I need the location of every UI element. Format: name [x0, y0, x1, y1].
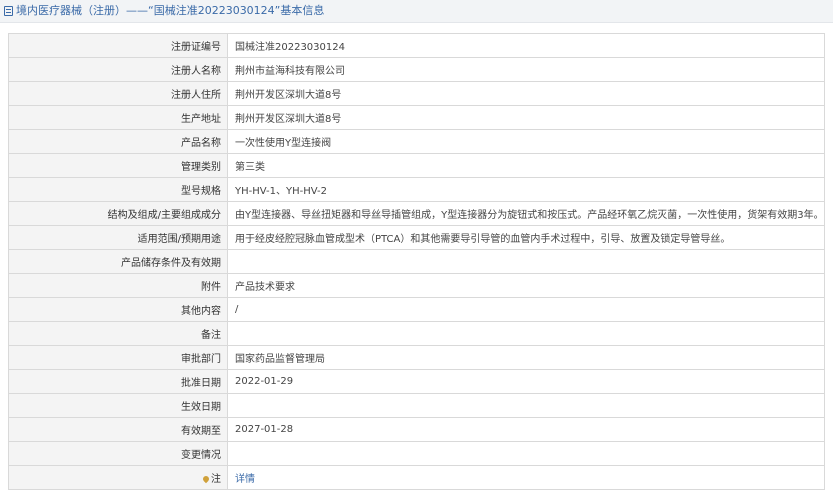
table-row: 管理类别 第三类	[8, 153, 825, 178]
row-label: 注册证编号	[8, 33, 228, 58]
row-label: 型号规格	[8, 177, 228, 202]
row-label: 结构及组成/主要组成成分	[8, 201, 228, 226]
table-row: 型号规格 YH-HV-1、YH-HV-2	[8, 177, 825, 202]
page-header: 境内医疗器械（注册）——“国械注准20223030124”基本信息	[0, 0, 833, 23]
table-row: 附件 产品技术要求	[8, 273, 825, 298]
row-label: 管理类别	[8, 153, 228, 178]
row-value: /	[227, 297, 825, 322]
table-row: 注册证编号 国械注准20223030124	[8, 33, 825, 58]
row-value	[227, 393, 825, 418]
page-title: 境内医疗器械（注册）——“国械注准20223030124”基本信息	[16, 4, 325, 17]
details-link[interactable]: 详情	[235, 474, 255, 485]
row-value: 用于经皮经腔冠脉血管成型术（PTCA）和其他需要导引导管的血管内手术过程中，引导…	[227, 225, 825, 250]
row-label: 适用范围/预期用途	[8, 225, 228, 250]
row-label: 产品储存条件及有效期	[8, 249, 228, 274]
row-label: 审批部门	[8, 345, 228, 370]
document-icon	[4, 6, 13, 16]
pin-icon	[201, 474, 211, 484]
table-row: 结构及组成/主要组成成分 由Y型连接器、导丝扭矩器和导丝导插管组成，Y型连接器分…	[8, 201, 825, 226]
row-label: 注册人住所	[8, 81, 228, 106]
row-label: 注册人名称	[8, 57, 228, 82]
row-value: 国家药品监督管理局	[227, 345, 825, 370]
table-row: 批准日期 2022-01-29	[8, 369, 825, 394]
row-label: 其他内容	[8, 297, 228, 322]
table-row: 注册人住所 荆州开发区深圳大道8号	[8, 81, 825, 106]
row-label: 生产地址	[8, 105, 228, 130]
table-row: 适用范围/预期用途 用于经皮经腔冠脉血管成型术（PTCA）和其他需要导引导管的血…	[8, 225, 825, 250]
table-row: 审批部门 国家药品监督管理局	[8, 345, 825, 370]
row-label: 变更情况	[8, 441, 228, 466]
table-row: 其他内容 /	[8, 297, 825, 322]
table-row: 产品储存条件及有效期	[8, 249, 825, 274]
row-value: 产品技术要求	[227, 273, 825, 298]
row-label: 批准日期	[8, 369, 228, 394]
row-value: YH-HV-1、YH-HV-2	[227, 177, 825, 202]
row-value: 荆州开发区深圳大道8号	[227, 105, 825, 130]
row-value: 由Y型连接器、导丝扭矩器和导丝导插管组成，Y型连接器分为旋钮式和按压式。产品经环…	[227, 201, 825, 226]
row-value: 荆州市益海科技有限公司	[227, 57, 825, 82]
row-value: 一次性使用Y型连接阀	[227, 129, 825, 154]
row-label: 产品名称	[8, 129, 228, 154]
table-row: 生产地址 荆州开发区深圳大道8号	[8, 105, 825, 130]
row-label: 附件	[8, 273, 228, 298]
row-label: 有效期至	[8, 417, 228, 442]
row-value	[227, 441, 825, 466]
table-row: 有效期至 2027-01-28	[8, 417, 825, 442]
note-label-cell: 注	[8, 465, 228, 490]
info-table: 注册证编号 国械注准20223030124 注册人名称 荆州市益海科技有限公司 …	[8, 33, 825, 490]
table-row-note: 注 详情	[8, 465, 825, 490]
row-value: 第三类	[227, 153, 825, 178]
row-value: 2022-01-29	[227, 369, 825, 394]
row-value: 荆州开发区深圳大道8号	[227, 81, 825, 106]
row-value: 2027-01-28	[227, 417, 825, 442]
row-value	[227, 249, 825, 274]
note-value-cell: 详情	[227, 465, 825, 490]
table-row: 变更情况	[8, 441, 825, 466]
table-row: 注册人名称 荆州市益海科技有限公司	[8, 57, 825, 82]
row-value	[227, 321, 825, 346]
table-row: 生效日期	[8, 393, 825, 418]
row-label: 生效日期	[8, 393, 228, 418]
table-row: 备注	[8, 321, 825, 346]
table-row: 产品名称 一次性使用Y型连接阀	[8, 129, 825, 154]
row-value: 国械注准20223030124	[227, 33, 825, 58]
note-label: 注	[211, 474, 221, 485]
row-label: 备注	[8, 321, 228, 346]
